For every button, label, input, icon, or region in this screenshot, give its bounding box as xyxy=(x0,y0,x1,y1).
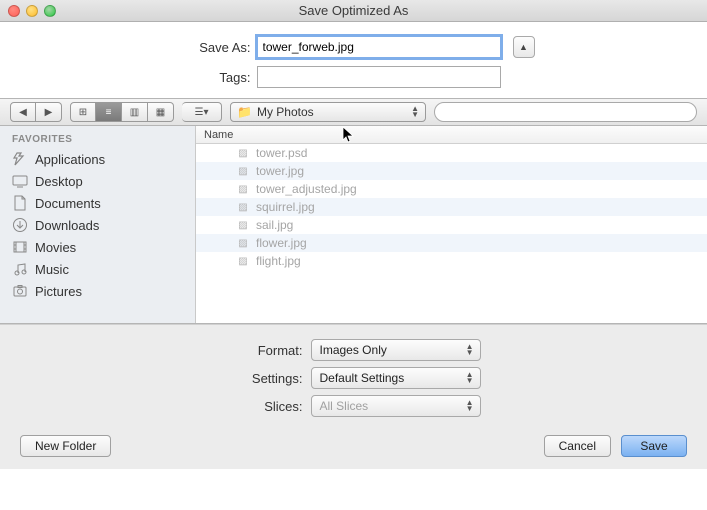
file-row: ▨ flower.jpg xyxy=(196,234,707,252)
icon-view-button[interactable]: ⊞ xyxy=(70,102,96,122)
options-panel: Format: Images Only ▲▼ Settings: Default… xyxy=(0,324,707,469)
file-name: squirrel.jpg xyxy=(256,200,315,214)
sidebar: FAVORITES Applications Desktop Documents… xyxy=(0,126,196,323)
sidebar-item-label: Movies xyxy=(35,240,76,255)
file-icon: ▨ xyxy=(236,200,250,214)
settings-popup[interactable]: Default Settings ▲▼ xyxy=(311,367,481,389)
file-row: ▨ sail.jpg xyxy=(196,216,707,234)
file-icon: ▨ xyxy=(236,254,250,268)
sidebar-item-label: Pictures xyxy=(35,284,82,299)
slices-value: All Slices xyxy=(320,399,369,413)
file-icon: ▨ xyxy=(236,218,250,232)
tags-input[interactable] xyxy=(257,66,501,88)
slices-popup: All Slices ▲▼ xyxy=(311,395,481,417)
updown-arrows-icon: ▲▼ xyxy=(466,400,474,412)
chevron-left-icon: ◀ xyxy=(19,107,27,118)
browser-toolbar: ◀ ▶ ⊞ ≡ ▥ ▦ ☰▾ 📁 My Photos ▲▼ 🔍 xyxy=(0,98,707,126)
tags-label: Tags: xyxy=(173,70,251,85)
save-as-input[interactable] xyxy=(257,36,501,58)
sidebar-item-applications[interactable]: Applications xyxy=(0,148,195,170)
folder-path-popup[interactable]: 📁 My Photos ▲▼ xyxy=(230,102,426,122)
desktop-icon xyxy=(12,173,28,189)
pictures-icon xyxy=(12,283,28,299)
view-mode-buttons: ⊞ ≡ ▥ ▦ xyxy=(70,102,174,122)
chevron-up-icon: ▲ xyxy=(519,42,528,52)
sidebar-item-label: Music xyxy=(35,262,69,277)
applications-icon xyxy=(12,151,28,167)
coverflow-icon: ▦ xyxy=(156,107,165,118)
column-header-name[interactable]: Name xyxy=(196,126,707,144)
file-row: ▨ tower_adjusted.jpg xyxy=(196,180,707,198)
movies-icon xyxy=(12,239,28,255)
updown-arrows-icon: ▲▼ xyxy=(466,344,474,356)
list-view-button[interactable]: ≡ xyxy=(96,102,122,122)
documents-icon xyxy=(12,195,28,211)
file-row: ▨ flight.jpg xyxy=(196,252,707,270)
sidebar-item-desktop[interactable]: Desktop xyxy=(0,170,195,192)
settings-value: Default Settings xyxy=(320,371,405,385)
search-input[interactable] xyxy=(434,102,697,122)
window-title: Save Optimized As xyxy=(0,3,707,18)
sidebar-item-music[interactable]: Music xyxy=(0,258,195,280)
columns-icon: ▥ xyxy=(130,107,139,118)
file-list: ▨ tower.psd ▨ tower.jpg ▨ tower_adjusted.jp… xyxy=(196,144,707,323)
updown-arrows-icon: ▲▼ xyxy=(411,106,419,118)
file-list-area: Name ▨ tower.psd ▨ tower.jpg ▨ tower_adjust… xyxy=(196,126,707,323)
format-label: Format: xyxy=(227,343,303,358)
grid-icon: ⊞ xyxy=(79,107,87,118)
updown-arrows-icon: ▲▼ xyxy=(466,372,474,384)
file-name: tower.jpg xyxy=(256,164,304,178)
save-as-label: Save As: xyxy=(173,40,251,55)
file-icon: ▨ xyxy=(236,164,250,178)
file-name: tower_adjusted.jpg xyxy=(256,182,357,196)
sidebar-item-movies[interactable]: Movies xyxy=(0,236,195,258)
file-icon: ▨ xyxy=(236,236,250,250)
sidebar-item-label: Downloads xyxy=(35,218,99,233)
file-icon: ▨ xyxy=(236,182,250,196)
collapse-toggle-button[interactable]: ▲ xyxy=(513,36,535,58)
file-row: ▨ tower.jpg xyxy=(196,162,707,180)
music-icon xyxy=(12,261,28,277)
file-browser: FAVORITES Applications Desktop Documents… xyxy=(0,126,707,324)
save-fields: Save As: ▲ Tags: xyxy=(0,22,707,98)
file-row: ▨ tower.psd xyxy=(196,144,707,162)
sidebar-item-label: Applications xyxy=(35,152,105,167)
sidebar-section-header: FAVORITES xyxy=(0,130,195,148)
arrange-icon: ☰▾ xyxy=(195,107,209,118)
chevron-right-icon: ▶ xyxy=(45,107,53,118)
new-folder-button[interactable]: New Folder xyxy=(20,435,111,457)
file-icon: ▨ xyxy=(236,146,250,160)
folder-path-label: My Photos xyxy=(257,105,314,119)
file-name: flight.jpg xyxy=(256,254,301,268)
format-value: Images Only xyxy=(320,343,387,357)
coverflow-view-button[interactable]: ▦ xyxy=(148,102,174,122)
folder-icon: 📁 xyxy=(237,105,252,119)
format-popup[interactable]: Images Only ▲▼ xyxy=(311,339,481,361)
file-name: flower.jpg xyxy=(256,236,307,250)
forward-button[interactable]: ▶ xyxy=(36,102,62,122)
sidebar-item-label: Documents xyxy=(35,196,101,211)
sidebar-item-downloads[interactable]: Downloads xyxy=(0,214,195,236)
title-bar: Save Optimized As xyxy=(0,0,707,22)
save-button[interactable]: Save xyxy=(621,435,687,457)
list-icon: ≡ xyxy=(106,107,112,118)
file-name: sail.jpg xyxy=(256,218,293,232)
column-view-button[interactable]: ▥ xyxy=(122,102,148,122)
settings-label: Settings: xyxy=(227,371,303,386)
nav-buttons: ◀ ▶ xyxy=(10,102,62,122)
cancel-button[interactable]: Cancel xyxy=(544,435,611,457)
file-name: tower.psd xyxy=(256,146,307,160)
slices-label: Slices: xyxy=(227,399,303,414)
back-button[interactable]: ◀ xyxy=(10,102,36,122)
sidebar-item-documents[interactable]: Documents xyxy=(0,192,195,214)
arrange-button[interactable]: ☰▾ xyxy=(182,102,222,122)
sidebar-item-label: Desktop xyxy=(35,174,83,189)
downloads-icon xyxy=(12,217,28,233)
file-row: ▨ squirrel.jpg xyxy=(196,198,707,216)
sidebar-item-pictures[interactable]: Pictures xyxy=(0,280,195,302)
